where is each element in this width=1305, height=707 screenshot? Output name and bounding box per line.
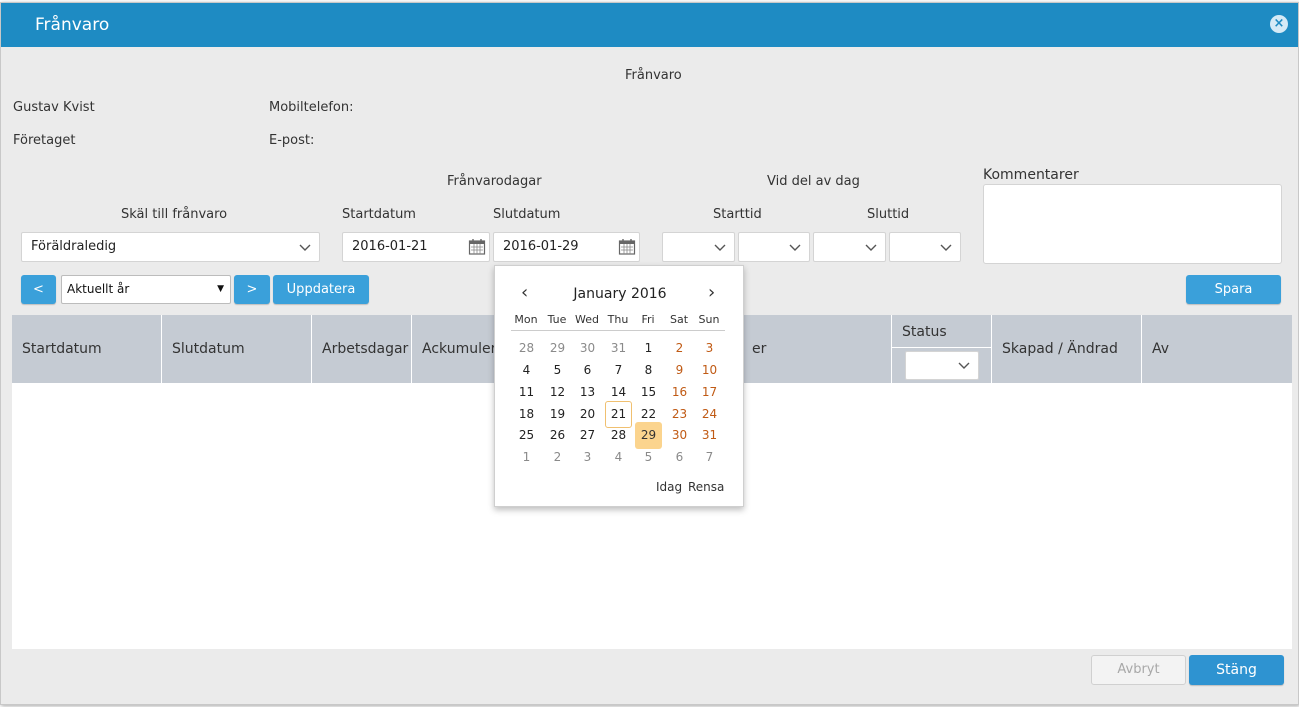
weekday-label: Thu: [607, 313, 629, 326]
calendar-day[interactable]: 6: [666, 444, 693, 471]
end-hour-select[interactable]: [813, 232, 886, 262]
calendar-icon[interactable]: [468, 238, 486, 256]
start-hour-select[interactable]: [662, 232, 735, 262]
status-divider: [892, 347, 991, 348]
year-select[interactable]: Aktuellt år ▼: [61, 275, 231, 304]
reason-select-value: Föräldraledig: [31, 239, 117, 254]
weekday-label: Sat: [669, 313, 689, 326]
status-header-label: Status: [902, 324, 947, 340]
calendar-icon[interactable]: [618, 238, 636, 256]
status-filter-select[interactable]: [905, 351, 979, 380]
chevron-down-icon: [940, 244, 952, 251]
column-other[interactable]: er: [742, 315, 891, 383]
save-button[interactable]: Spara: [1186, 275, 1281, 304]
absence-dialog: Frånvaro × Frånvaro Gustav Kvist Mobilte…: [0, 2, 1299, 705]
end-time-label: Sluttid: [867, 207, 910, 222]
close-button[interactable]: Stäng: [1189, 655, 1284, 685]
mobile-label: Mobiltelefon:: [269, 100, 354, 115]
cancel-button[interactable]: Avbryt: [1091, 655, 1186, 685]
end-date-value: 2016-01-29: [503, 239, 579, 254]
reason-select[interactable]: Föräldraledig: [21, 232, 320, 262]
calendar-day[interactable]: 5: [635, 444, 662, 471]
prev-year-button[interactable]: <: [21, 275, 56, 304]
column-by[interactable]: Av: [1141, 315, 1292, 383]
calendar-day[interactable]: 2: [544, 444, 571, 471]
end-date-input[interactable]: 2016-01-29: [493, 232, 640, 262]
employee-name: Gustav Kvist: [13, 100, 95, 115]
next-month-icon[interactable]: ›: [708, 282, 715, 303]
update-button[interactable]: Uppdatera: [273, 275, 369, 304]
weekday-label: Sun: [698, 313, 720, 326]
datepicker-popup: ‹ January 2016 › Mon Tue Wed Thu Fri Sat Sun 2…: [494, 265, 744, 507]
chevron-down-icon: [299, 244, 311, 251]
weekday-label: Tue: [547, 313, 567, 326]
dialog-titlebar: Frånvaro ×: [1, 3, 1298, 47]
column-status: Status: [891, 315, 991, 383]
chevron-down-icon: [865, 244, 877, 251]
reason-label: Skäl till frånvaro: [121, 207, 228, 222]
today-button[interactable]: Idag: [656, 480, 682, 494]
part-of-day-label: Vid del av dag: [767, 174, 860, 189]
email-label: E-post:: [269, 133, 315, 148]
start-time-label: Starttid: [713, 207, 762, 222]
start-minute-select[interactable]: [738, 232, 810, 262]
calendar-day[interactable]: 3: [574, 444, 601, 471]
column-end-date[interactable]: Slutdatum: [161, 315, 311, 383]
comments-textarea[interactable]: [983, 184, 1282, 264]
start-date-value: 2016-01-21: [352, 239, 428, 254]
start-date-label: Startdatum: [342, 207, 416, 222]
caret-down-icon: ▼: [217, 284, 224, 294]
company-name: Företaget: [13, 133, 76, 148]
weekday-label: Fri: [641, 313, 655, 326]
chevron-down-icon: [958, 362, 970, 369]
form-heading: Frånvaro: [625, 68, 682, 83]
year-select-value: Aktuellt år: [67, 282, 130, 296]
background-strip: [1299, 0, 1305, 707]
datepicker-divider: [511, 330, 725, 331]
weekday-label: Wed: [575, 313, 599, 326]
weekday-label: Mon: [514, 313, 538, 326]
start-date-input[interactable]: 2016-01-21: [342, 232, 490, 262]
calendar-day[interactable]: 4: [605, 444, 632, 471]
calendar-day[interactable]: 1: [513, 444, 540, 471]
calendar-day[interactable]: 7: [696, 444, 723, 471]
dialog-title: Frånvaro: [35, 15, 110, 35]
clear-button[interactable]: Rensa: [688, 480, 724, 494]
end-minute-select[interactable]: [889, 232, 961, 262]
chevron-down-icon: [714, 244, 726, 251]
close-icon[interactable]: ×: [1270, 15, 1288, 33]
column-created-changed[interactable]: Skapad / Ändrad: [991, 315, 1141, 383]
end-date-label: Slutdatum: [493, 207, 561, 222]
column-work-days[interactable]: Arbetsdagar: [311, 315, 411, 383]
column-start-date[interactable]: Startdatum: [12, 315, 161, 383]
absence-days-label: Frånvarodagar: [447, 174, 542, 189]
comments-label: Kommentarer: [983, 167, 1079, 183]
chevron-down-icon: [789, 244, 801, 251]
next-year-button[interactable]: >: [234, 275, 270, 304]
